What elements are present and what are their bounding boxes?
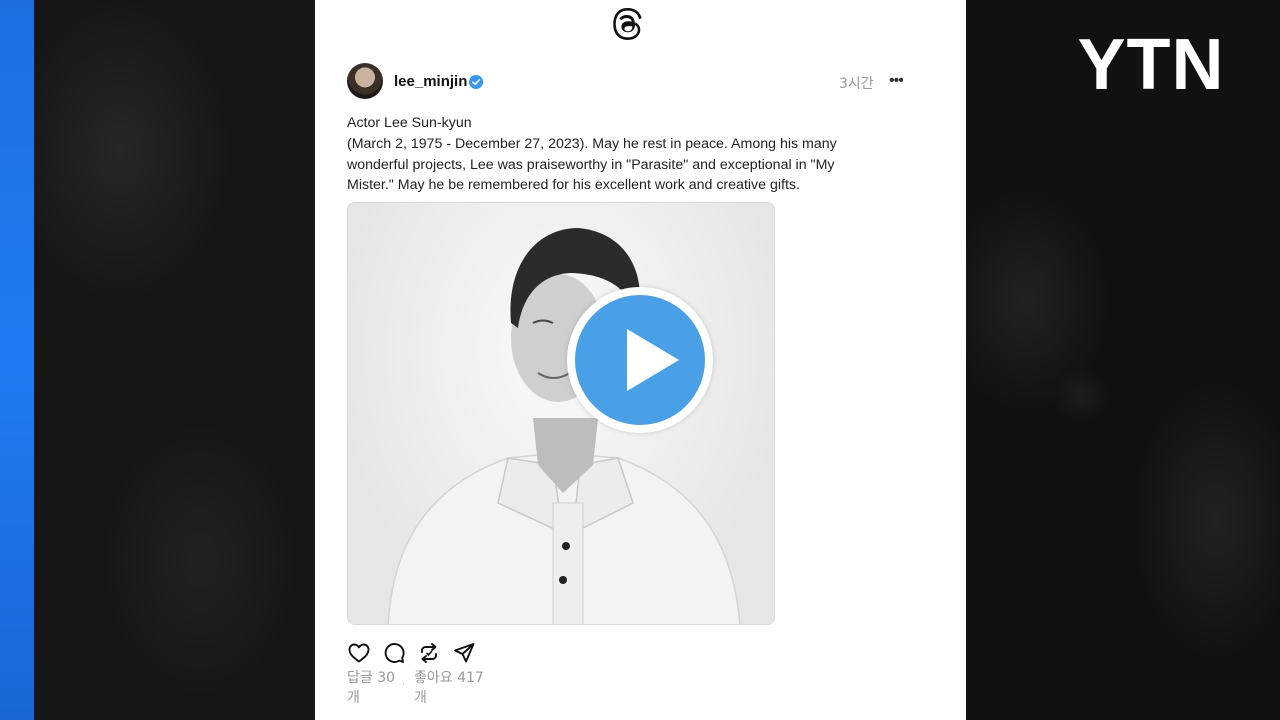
post-video[interactable] xyxy=(347,202,775,625)
blue-accent-strip xyxy=(0,0,34,720)
send-icon[interactable] xyxy=(452,641,476,665)
background-left xyxy=(0,0,315,720)
likes-unit: 개 xyxy=(414,690,427,706)
play-button[interactable] xyxy=(567,287,713,433)
comment-icon[interactable] xyxy=(382,641,406,665)
portrait-photo xyxy=(387,228,741,624)
play-icon xyxy=(627,329,679,391)
stats-separator: · xyxy=(402,678,406,689)
heart-icon[interactable] xyxy=(347,641,371,665)
verified-badge-icon xyxy=(469,75,483,89)
post-actions xyxy=(347,641,497,665)
caption-line: Actor Lee Sun-kyun xyxy=(347,115,472,131)
replies-count[interactable]: 답글 30 개 xyxy=(347,668,402,708)
threads-logo-icon[interactable] xyxy=(612,8,644,42)
likes-label: 좋아요 417 xyxy=(414,670,484,686)
threads-post-panel: lee_minjin 3시간 ••• Actor Lee Sun-kyun (M… xyxy=(315,0,966,720)
background-right xyxy=(966,0,1280,720)
replies-unit: 개 xyxy=(347,690,360,706)
more-horizontal-icon[interactable]: ••• xyxy=(889,72,907,90)
avatar[interactable] xyxy=(347,63,383,99)
caption-line: (March 2, 1975 - December 27, 2023). May… xyxy=(347,135,837,152)
repost-icon[interactable] xyxy=(417,641,441,665)
replies-label: 답글 30 xyxy=(347,670,396,686)
likes-count[interactable]: 좋아요 417 개 xyxy=(414,668,494,708)
ytn-logo: YTN xyxy=(1077,25,1225,105)
username-link[interactable]: lee_minjin xyxy=(394,73,467,90)
caption-line: wonderful projects, Lee was praiseworthy… xyxy=(347,156,835,173)
post-timestamp: 3시간 xyxy=(839,76,874,92)
post-caption: Actor Lee Sun-kyun (March 2, 1975 - Dece… xyxy=(347,113,887,196)
caption-line: Mister." May he be remembered for his ex… xyxy=(347,177,800,194)
